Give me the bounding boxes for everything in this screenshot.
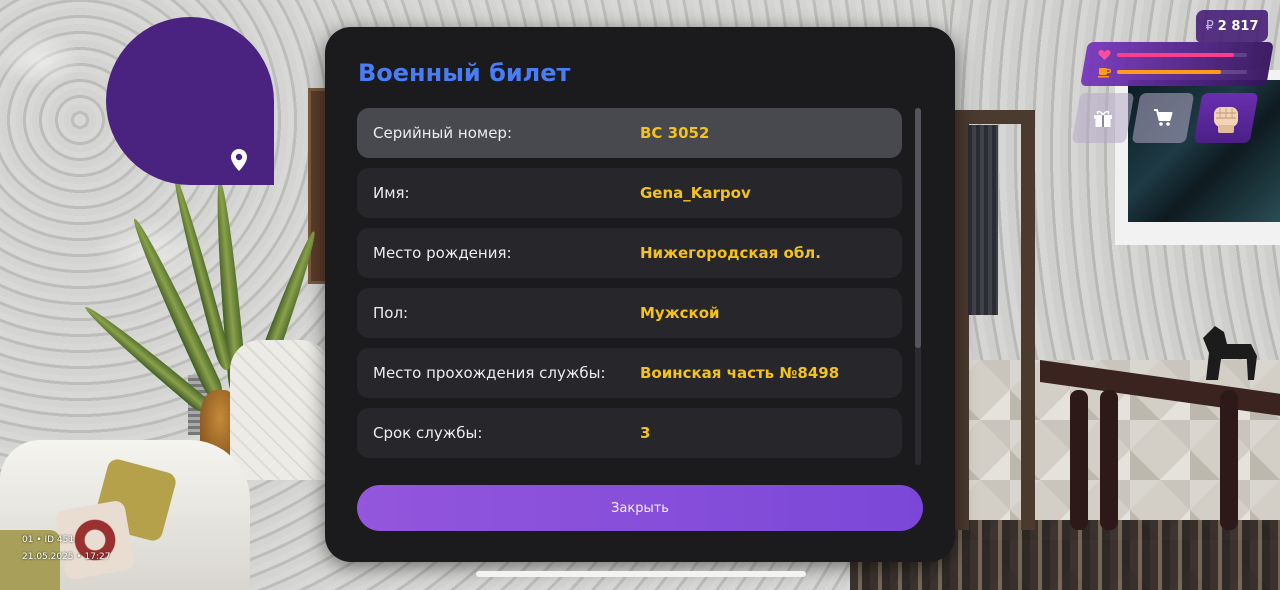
console-leg xyxy=(1100,390,1118,530)
map-pin-icon xyxy=(230,148,248,172)
scrollbar-thumb[interactable] xyxy=(915,108,921,348)
row-label: Имя: xyxy=(373,184,410,202)
scrollbar[interactable] xyxy=(915,108,921,465)
build-id: 01 • ID 451 xyxy=(22,535,75,545)
info-row-service-place: Место прохождения службы: Воинская часть… xyxy=(357,348,902,398)
money-display: ₽ 2 817 xyxy=(1196,10,1268,42)
info-row-gender: Пол: Мужской xyxy=(357,288,902,338)
row-value: Мужской xyxy=(640,304,720,322)
sofa-back xyxy=(230,340,330,480)
money-amount: 2 817 xyxy=(1217,18,1259,34)
build-date: 21.05.2025 • 17:27 xyxy=(22,552,111,562)
close-button[interactable]: Закрыть xyxy=(357,485,923,531)
fist-icon xyxy=(1214,107,1238,133)
health-bar xyxy=(1117,53,1247,57)
currency-symbol: ₽ xyxy=(1205,18,1214,34)
cart-icon xyxy=(1154,109,1173,126)
minimap[interactable] xyxy=(106,17,274,185)
console-leg xyxy=(1220,390,1238,530)
build-info: 01 • ID 451 21.05.2025 • 17:27 xyxy=(22,532,111,566)
row-value: ВС 3052 xyxy=(640,124,710,142)
hunger-bar-fill xyxy=(1117,70,1221,74)
row-label: Пол: xyxy=(373,304,409,322)
row-value: Нижегородская обл. xyxy=(640,244,821,262)
row-value: 3 xyxy=(640,424,651,442)
action-button[interactable] xyxy=(1193,93,1259,143)
shop-button[interactable] xyxy=(1131,93,1195,143)
curtain xyxy=(968,125,998,315)
hunger-row xyxy=(1098,66,1258,78)
info-list[interactable]: Серийный номер: ВС 3052 Имя: Gena_Karpov… xyxy=(357,108,902,468)
military-id-dialog: Военный билет Серийный номер: ВС 3052 Им… xyxy=(325,27,955,562)
info-row-name: Имя: Gena_Karpov xyxy=(357,168,902,218)
gift-icon xyxy=(1094,110,1112,127)
row-value: Воинская часть №8498 xyxy=(640,364,840,382)
dialog-title: Военный билет xyxy=(358,59,571,87)
health-bar-fill xyxy=(1117,53,1234,57)
home-indicator[interactable] xyxy=(476,571,806,577)
console-leg xyxy=(1070,390,1088,530)
info-row-service-term: Срок службы: 3 xyxy=(357,408,902,458)
game-scene: ₽ 2 817 01 • ID 451 21.05.2025 • 17:27 В… xyxy=(0,0,1280,590)
coffee-icon xyxy=(1098,68,1111,78)
hunger-bar xyxy=(1117,70,1247,74)
info-row-serial: Серийный номер: ВС 3052 xyxy=(357,108,902,158)
gift-button[interactable] xyxy=(1071,93,1135,143)
row-label: Срок службы: xyxy=(373,424,483,442)
row-label: Место прохождения службы: xyxy=(373,364,606,382)
heart-icon xyxy=(1098,50,1111,60)
health-row xyxy=(1098,49,1258,61)
row-label: Серийный номер: xyxy=(373,124,512,142)
row-label: Место рождения: xyxy=(373,244,512,262)
console-table xyxy=(1040,360,1280,530)
info-row-birthplace: Место рождения: Нижегородская обл. xyxy=(357,228,902,278)
row-value: Gena_Karpov xyxy=(640,184,751,202)
